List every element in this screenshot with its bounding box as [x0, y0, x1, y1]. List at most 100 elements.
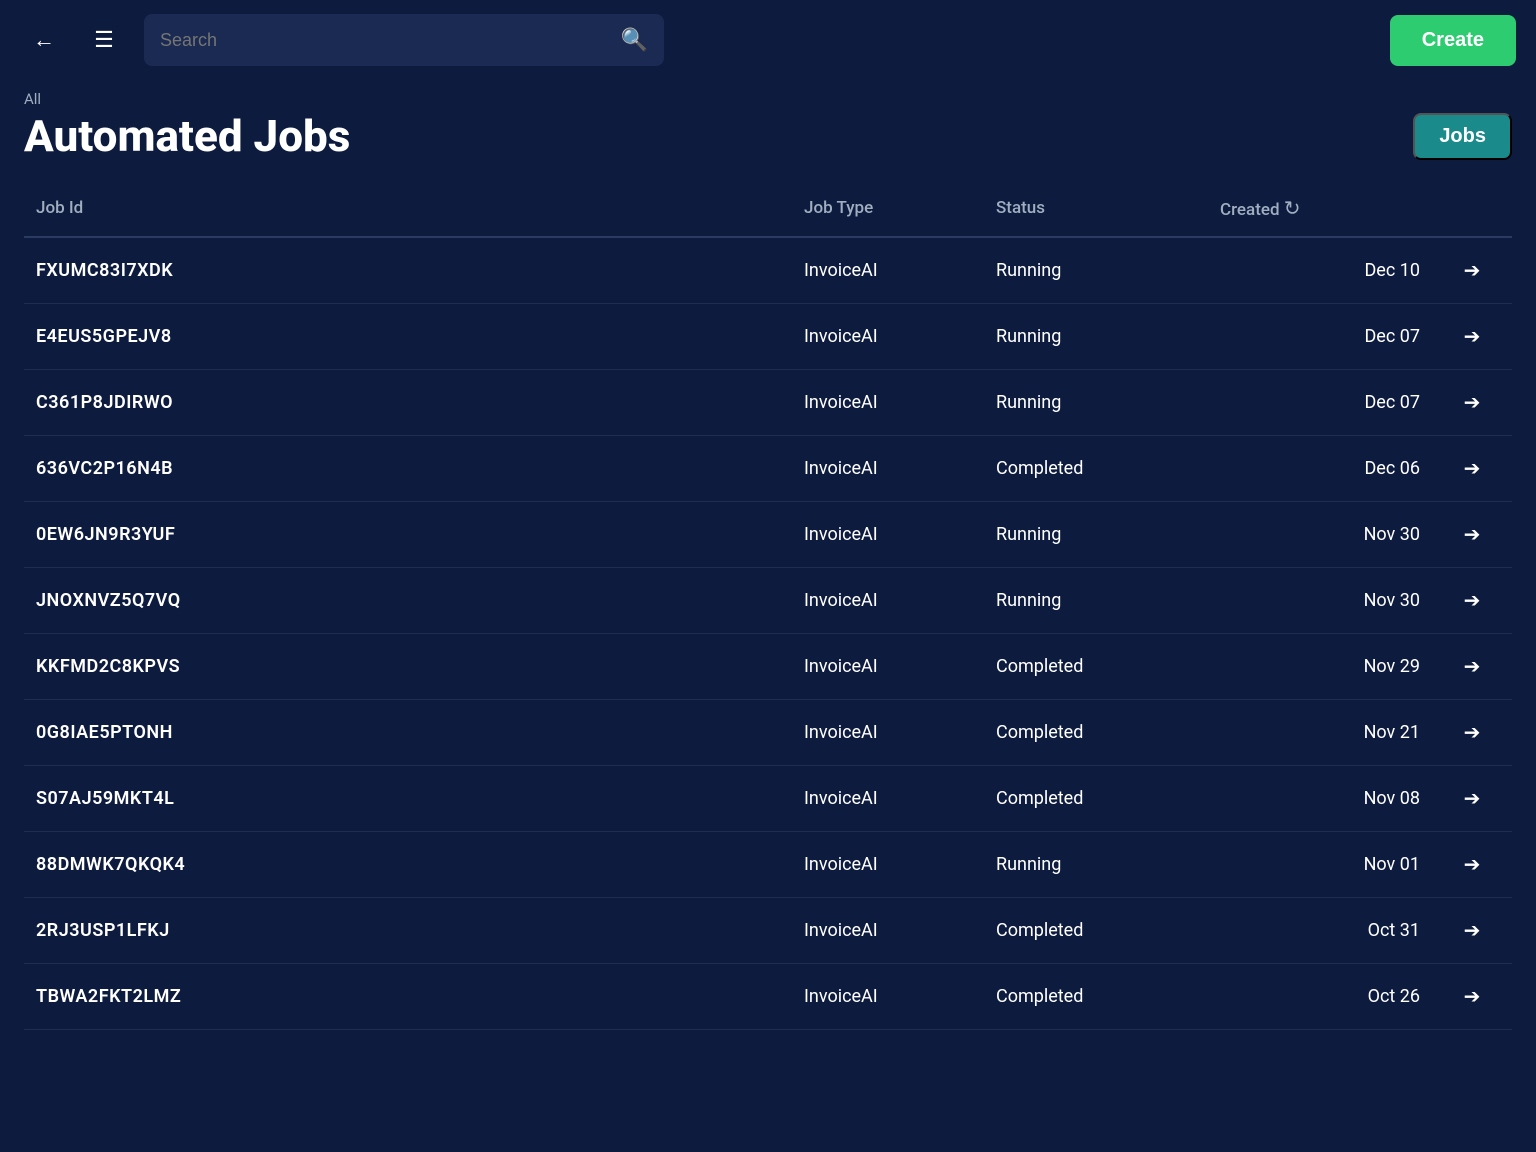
row-navigate-button[interactable]: ➔: [1464, 852, 1481, 877]
cell-action[interactable]: ➔: [1432, 634, 1512, 700]
row-navigate-button[interactable]: ➔: [1464, 522, 1481, 547]
cell-action[interactable]: ➔: [1432, 898, 1512, 964]
cell-action[interactable]: ➔: [1432, 832, 1512, 898]
cell-status: Running: [984, 304, 1208, 370]
create-button[interactable]: Create: [1390, 15, 1516, 66]
cell-status: Completed: [984, 436, 1208, 502]
page-header: All Automated Jobs Jobs: [0, 80, 1536, 180]
search-input[interactable]: [160, 30, 611, 51]
row-navigate-button[interactable]: ➔: [1464, 654, 1481, 679]
row-navigate-button[interactable]: ➔: [1464, 984, 1481, 1009]
row-navigate-button[interactable]: ➔: [1464, 918, 1481, 943]
cell-job-id: 88DMWK7QKQK4: [24, 832, 792, 898]
cell-job-id: S07AJ59MKT4L: [24, 766, 792, 832]
table-row[interactable]: 636VC2P16N4B InvoiceAI Completed Dec 06 …: [24, 436, 1512, 502]
cell-job-id: JNOXNVZ5Q7VQ: [24, 568, 792, 634]
cell-status: Running: [984, 370, 1208, 436]
cell-status: Running: [984, 832, 1208, 898]
jobs-table: Job Id Job Type Status Created ↻ FXUMC83…: [24, 180, 1512, 1030]
cell-action[interactable]: ➔: [1432, 304, 1512, 370]
table-row[interactable]: JNOXNVZ5Q7VQ InvoiceAI Running Nov 30 ➔: [24, 568, 1512, 634]
cell-job-type: InvoiceAI: [792, 436, 984, 502]
row-navigate-button[interactable]: ➔: [1464, 324, 1481, 349]
jobs-table-container: Job Id Job Type Status Created ↻ FXUMC83…: [0, 180, 1536, 1030]
arrow-right-icon: ➔: [1464, 720, 1481, 745]
arrow-right-icon: ➔: [1464, 324, 1481, 349]
back-button[interactable]: ←: [20, 16, 68, 64]
arrow-right-icon: ➔: [1464, 984, 1481, 1009]
table-row[interactable]: 0EW6JN9R3YUF InvoiceAI Running Nov 30 ➔: [24, 502, 1512, 568]
breadcrumb: All: [24, 90, 350, 108]
col-header-job-id: Job Id: [24, 180, 792, 237]
cell-action[interactable]: ➔: [1432, 370, 1512, 436]
row-navigate-button[interactable]: ➔: [1464, 456, 1481, 481]
cell-job-id: 636VC2P16N4B: [24, 436, 792, 502]
cell-status: Completed: [984, 700, 1208, 766]
menu-button[interactable]: ☰: [80, 16, 128, 64]
cell-action[interactable]: ➔: [1432, 964, 1512, 1030]
cell-job-type: InvoiceAI: [792, 304, 984, 370]
page-title: Automated Jobs: [24, 112, 350, 160]
col-header-job-type: Job Type: [792, 180, 984, 237]
row-navigate-button[interactable]: ➔: [1464, 786, 1481, 811]
back-icon: ←: [33, 27, 55, 53]
row-navigate-button[interactable]: ➔: [1464, 390, 1481, 415]
cell-status: Completed: [984, 634, 1208, 700]
cell-job-id: 2RJ3USP1LFKJ: [24, 898, 792, 964]
arrow-right-icon: ➔: [1464, 588, 1481, 613]
page-header-left: All Automated Jobs: [24, 90, 350, 160]
cell-status: Running: [984, 502, 1208, 568]
cell-job-type: InvoiceAI: [792, 700, 984, 766]
search-button[interactable]: 🔍: [621, 27, 648, 53]
table-row[interactable]: C361P8JDIRWO InvoiceAI Running Dec 07 ➔: [24, 370, 1512, 436]
jobs-badge-button[interactable]: Jobs: [1413, 113, 1512, 160]
cell-created: Nov 29: [1208, 634, 1432, 700]
table-row[interactable]: S07AJ59MKT4L InvoiceAI Completed Nov 08 …: [24, 766, 1512, 832]
table-row[interactable]: 0G8IAE5PTONH InvoiceAI Completed Nov 21 …: [24, 700, 1512, 766]
cell-job-type: InvoiceAI: [792, 568, 984, 634]
cell-status: Completed: [984, 766, 1208, 832]
cell-action[interactable]: ➔: [1432, 436, 1512, 502]
cell-action[interactable]: ➔: [1432, 766, 1512, 832]
cell-job-type: InvoiceAI: [792, 634, 984, 700]
refresh-icon[interactable]: ↻: [1284, 196, 1301, 220]
cell-job-type: InvoiceAI: [792, 832, 984, 898]
navbar: ← ☰ 🔍 Create: [0, 0, 1536, 80]
table-row[interactable]: 88DMWK7QKQK4 InvoiceAI Running Nov 01 ➔: [24, 832, 1512, 898]
row-navigate-button[interactable]: ➔: [1464, 588, 1481, 613]
cell-created: Nov 30: [1208, 502, 1432, 568]
cell-job-type: InvoiceAI: [792, 370, 984, 436]
table-row[interactable]: TBWA2FKT2LMZ InvoiceAI Completed Oct 26 …: [24, 964, 1512, 1030]
cell-created: Oct 31: [1208, 898, 1432, 964]
arrow-right-icon: ➔: [1464, 390, 1481, 415]
search-icon: 🔍: [621, 27, 648, 53]
cell-action[interactable]: ➔: [1432, 700, 1512, 766]
cell-job-id: 0G8IAE5PTONH: [24, 700, 792, 766]
cell-created: Dec 10: [1208, 237, 1432, 304]
row-navigate-button[interactable]: ➔: [1464, 258, 1481, 283]
col-header-action: [1432, 180, 1512, 237]
table-row[interactable]: E4EUS5GPEJV8 InvoiceAI Running Dec 07 ➔: [24, 304, 1512, 370]
cell-job-type: InvoiceAI: [792, 237, 984, 304]
cell-action[interactable]: ➔: [1432, 237, 1512, 304]
cell-action[interactable]: ➔: [1432, 568, 1512, 634]
cell-job-id: E4EUS5GPEJV8: [24, 304, 792, 370]
cell-created: Dec 07: [1208, 370, 1432, 436]
col-header-status: Status: [984, 180, 1208, 237]
cell-status: Completed: [984, 964, 1208, 1030]
table-header-row: Job Id Job Type Status Created ↻: [24, 180, 1512, 237]
cell-job-id: FXUMC83I7XDK: [24, 237, 792, 304]
cell-status: Completed: [984, 898, 1208, 964]
cell-job-type: InvoiceAI: [792, 898, 984, 964]
search-bar: 🔍: [144, 14, 664, 66]
arrow-right-icon: ➔: [1464, 918, 1481, 943]
arrow-right-icon: ➔: [1464, 258, 1481, 283]
arrow-right-icon: ➔: [1464, 456, 1481, 481]
cell-action[interactable]: ➔: [1432, 502, 1512, 568]
table-row[interactable]: KKFMD2C8KPVS InvoiceAI Completed Nov 29 …: [24, 634, 1512, 700]
table-row[interactable]: 2RJ3USP1LFKJ InvoiceAI Completed Oct 31 …: [24, 898, 1512, 964]
arrow-right-icon: ➔: [1464, 522, 1481, 547]
table-row[interactable]: FXUMC83I7XDK InvoiceAI Running Dec 10 ➔: [24, 237, 1512, 304]
cell-created: Oct 26: [1208, 964, 1432, 1030]
row-navigate-button[interactable]: ➔: [1464, 720, 1481, 745]
